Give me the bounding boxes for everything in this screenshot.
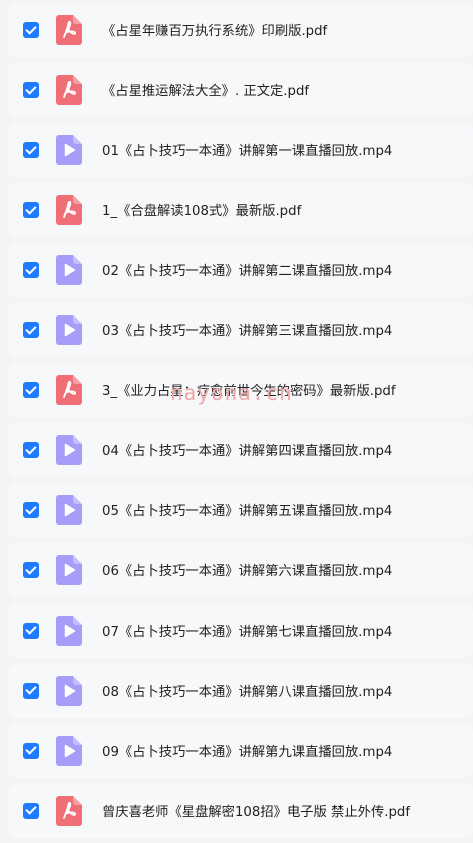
file-row[interactable]: 《占星年赚百万执行系统》印刷版.pdf bbox=[8, 3, 473, 57]
file-row[interactable]: 04《占卜技巧一本通》讲解第四课直播回放.mp4 bbox=[8, 423, 473, 478]
video-file-icon bbox=[56, 675, 82, 706]
file-row[interactable]: 09《占卜技巧一本通》讲解第九课直播回放.mp4 bbox=[8, 723, 473, 778]
pdf-file-icon bbox=[56, 195, 82, 226]
file-checkbox[interactable] bbox=[23, 562, 39, 579]
file-checkbox[interactable] bbox=[23, 202, 39, 219]
file-name: 04《占卜技巧一本通》讲解第四课直播回放.mp4 bbox=[102, 444, 393, 460]
video-file-icon bbox=[56, 315, 82, 346]
file-checkbox[interactable] bbox=[23, 142, 39, 159]
file-row[interactable]: 01《占卜技巧一本通》讲解第一课直播回放.mp4 bbox=[8, 123, 473, 178]
file-row[interactable]: 《占星推运解法大全》. 正文定.pdf bbox=[8, 63, 473, 118]
file-name: 05《占卜技巧一本通》讲解第五课直播回放.mp4 bbox=[102, 504, 393, 520]
file-name: 07《占卜技巧一本通》讲解第七课直播回放.mp4 bbox=[102, 624, 393, 640]
file-name: 09《占卜技巧一本通》讲解第九课直播回放.mp4 bbox=[102, 744, 393, 760]
video-file-icon bbox=[56, 255, 82, 286]
file-row[interactable]: 07《占卜技巧一本通》讲解第七课直播回放.mp4 bbox=[8, 603, 473, 658]
file-name: 《占星推运解法大全》. 正文定.pdf bbox=[102, 84, 310, 100]
file-name: 曾庆喜老师《星盘解密108招》电子版 禁止外传.pdf bbox=[102, 804, 411, 820]
file-name: 《占星年赚百万执行系统》印刷版.pdf bbox=[102, 24, 328, 39]
file-name: 08《占卜技巧一本通》讲解第八课直播回放.mp4 bbox=[102, 684, 393, 700]
file-checkbox[interactable] bbox=[23, 82, 39, 99]
file-checkbox[interactable] bbox=[23, 442, 39, 459]
file-checkbox[interactable] bbox=[23, 682, 39, 699]
file-checkbox[interactable] bbox=[23, 502, 39, 519]
file-row[interactable]: 1_《合盘解读108式》最新版.pdf bbox=[8, 183, 473, 238]
pdf-file-icon bbox=[56, 795, 82, 826]
video-file-icon bbox=[56, 555, 82, 586]
file-row[interactable]: 曾庆喜老师《星盘解密108招》电子版 禁止外传.pdf bbox=[8, 783, 473, 838]
file-checkbox[interactable] bbox=[23, 382, 39, 399]
file-checkbox[interactable] bbox=[23, 622, 39, 639]
video-file-icon bbox=[56, 615, 82, 646]
pdf-file-icon bbox=[56, 75, 82, 106]
file-checkbox[interactable] bbox=[23, 262, 39, 279]
file-checkbox[interactable] bbox=[23, 322, 39, 339]
file-name: 02《占卜技巧一本通》讲解第二课直播回放.mp4 bbox=[102, 264, 393, 280]
file-checkbox[interactable] bbox=[23, 22, 39, 38]
file-name: 06《占卜技巧一本通》讲解第六课直播回放.mp4 bbox=[102, 564, 393, 580]
file-row[interactable]: 08《占卜技巧一本通》讲解第八课直播回放.mp4 bbox=[8, 663, 473, 718]
file-row[interactable]: 02《占卜技巧一本通》讲解第二课直播回放.mp4 bbox=[8, 243, 473, 298]
file-checkbox[interactable] bbox=[23, 742, 39, 759]
file-name: 03《占卜技巧一本通》讲解第三课直播回放.mp4 bbox=[102, 324, 393, 340]
file-name: 1_《合盘解读108式》最新版.pdf bbox=[102, 204, 302, 220]
file-row[interactable]: 03《占卜技巧一本通》讲解第三课直播回放.mp4 bbox=[8, 303, 473, 358]
file-checkbox[interactable] bbox=[23, 802, 39, 819]
video-file-icon bbox=[56, 495, 82, 526]
pdf-file-icon bbox=[56, 15, 82, 45]
video-file-icon bbox=[56, 435, 82, 466]
file-row[interactable]: 05《占卜技巧一本通》讲解第五课直播回放.mp4 bbox=[8, 483, 473, 538]
video-file-icon bbox=[56, 735, 82, 766]
video-file-icon bbox=[56, 135, 82, 166]
file-row[interactable]: 06《占卜技巧一本通》讲解第六课直播回放.mp4 bbox=[8, 543, 473, 598]
file-name: 01《占卜技巧一本通》讲解第一课直播回放.mp4 bbox=[102, 144, 393, 160]
pdf-file-icon bbox=[56, 375, 82, 406]
watermark: nayona.cn bbox=[170, 381, 293, 405]
